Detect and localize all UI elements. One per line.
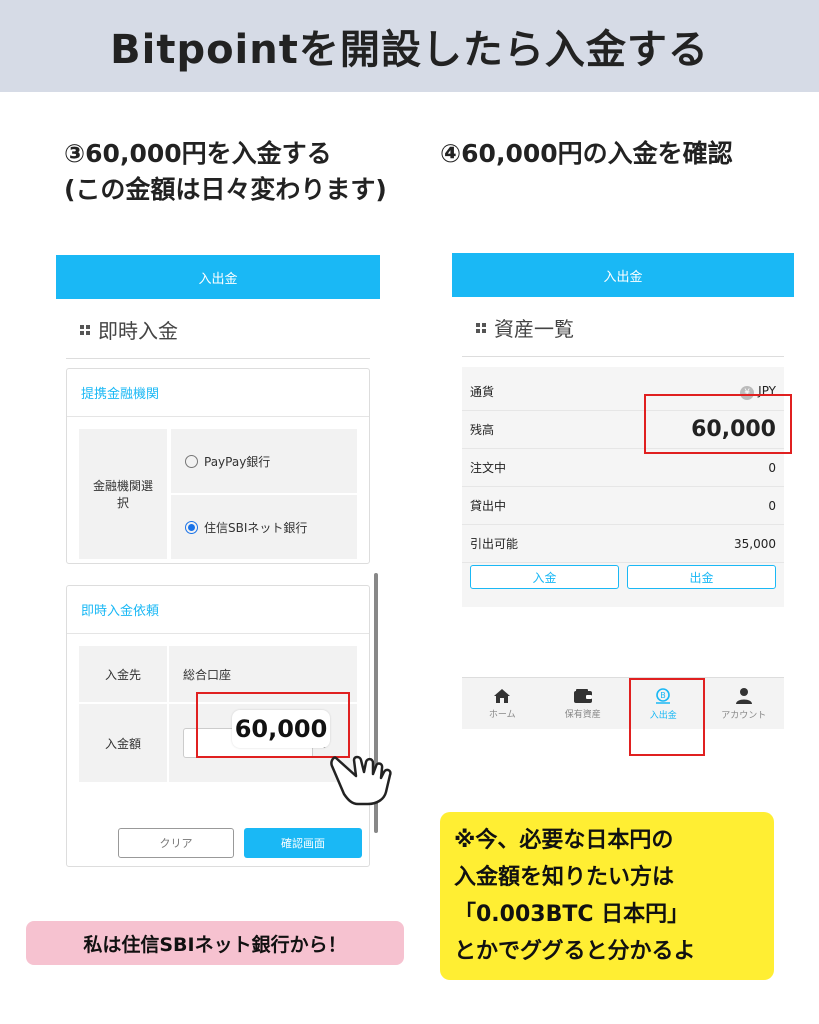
note-yellow-line4: とかでググると分かるよ	[454, 939, 696, 964]
partner-bank-card: 提携金融機関 金融機関選択 PayPay銀行 住信SBIネット銀行	[66, 368, 370, 564]
bottom-tabbar: ホーム 保有資産 B 入出金 アカウント	[462, 677, 784, 729]
row-label: 注文中	[470, 461, 507, 475]
withdraw-button[interactable]: 出金	[627, 565, 776, 589]
tab-home-label: ホーム	[488, 709, 516, 720]
amount-callout: 60,000	[232, 710, 330, 748]
row-value: 35,000	[734, 536, 776, 551]
row-value: 0	[768, 498, 776, 513]
partner-bank-form: 金融機関選択 PayPay銀行 住信SBIネット銀行	[79, 429, 357, 559]
appbar: 入出金	[56, 255, 380, 299]
radio-sbi-selected[interactable]	[185, 520, 198, 534]
wallet-icon	[573, 688, 592, 703]
row-label: 残高	[470, 423, 495, 437]
partner-bank-header: 提携金融機関	[67, 369, 369, 417]
confirm-button[interactable]: 確認画面	[244, 828, 362, 858]
row-value: 0	[768, 460, 776, 475]
asset-buttons: 入金 出金	[462, 565, 784, 589]
bank-select-label: 金融機関選択	[79, 429, 167, 559]
asset-row-lending: 貸出中 0	[462, 487, 784, 525]
step-3-caption: ③60,000円を入金する (この金額は日々変わります)	[64, 136, 387, 208]
deposit-request-header: 即時入金依頼	[67, 586, 369, 634]
header-band: Bitpointを開設したら入金する	[0, 0, 819, 92]
section-title-text: 即時入金	[98, 319, 178, 343]
asset-row-ordering: 注文中 0	[462, 449, 784, 487]
page-title: Bitpointを開設したら入金する	[110, 27, 709, 73]
grid-icon	[476, 322, 486, 333]
step-3-line1: ③60,000円を入金する	[64, 139, 332, 168]
option-paypay[interactable]: PayPay銀行	[171, 429, 357, 493]
balance-highlight-box	[644, 394, 792, 454]
note-pink: 私は住信SBIネット銀行から！	[26, 921, 404, 965]
tab-highlight-box	[629, 678, 705, 756]
section-title: 資産一覧	[462, 297, 784, 357]
note-yellow: ※今、必要な日本円の 入金額を知りたい方は 「0.003BTC 日本円」 とかで…	[440, 812, 774, 980]
tab-home[interactable]: ホーム	[462, 678, 543, 729]
appbar-title: 入出金	[198, 271, 238, 287]
note-yellow-line2: 入金額を知りたい方は	[454, 865, 675, 890]
home-icon	[494, 688, 511, 703]
section-title: 即時入金	[66, 299, 370, 359]
step-4-caption: ④60,000円の入金を確認	[440, 139, 733, 168]
deposit-button[interactable]: 入金	[470, 565, 619, 589]
row-label: 引出可能	[470, 537, 519, 551]
tab-holdings-label: 保有資産	[564, 709, 601, 720]
row-label: 通貨	[470, 385, 495, 399]
step-3-line2: (この金額は日々変わります)	[64, 175, 387, 204]
amount-label: 入金額	[79, 704, 167, 782]
row-label: 貸出中	[470, 499, 507, 513]
option-sbi[interactable]: 住信SBIネット銀行	[171, 495, 357, 559]
appbar-title: 入出金	[603, 269, 643, 285]
option-paypay-label: PayPay銀行	[204, 454, 271, 469]
option-sbi-label: 住信SBIネット銀行	[204, 520, 308, 535]
clear-button[interactable]: クリア	[118, 828, 234, 858]
dest-label: 入金先	[79, 646, 167, 702]
asset-row-withdrawable: 引出可能 35,000	[462, 525, 784, 563]
pointing-hand-icon	[330, 755, 392, 806]
assets-screen: 入出金 資産一覧 通貨 ¥ JPY 残高 60,000 注文中 0 貸出中 0 引…	[452, 253, 794, 733]
radio-paypay[interactable]	[185, 454, 198, 468]
tab-account-label: アカウント	[721, 710, 767, 721]
grid-icon	[80, 324, 90, 335]
tab-holdings[interactable]: 保有資産	[543, 678, 624, 729]
note-yellow-line1: ※今、必要な日本円の	[454, 828, 674, 853]
account-icon	[735, 687, 752, 704]
section-title-text: 資産一覧	[494, 317, 574, 341]
appbar: 入出金	[452, 253, 794, 297]
note-yellow-line3: 「0.003BTC 日本円」	[454, 902, 690, 927]
tab-account[interactable]: アカウント	[704, 678, 785, 729]
